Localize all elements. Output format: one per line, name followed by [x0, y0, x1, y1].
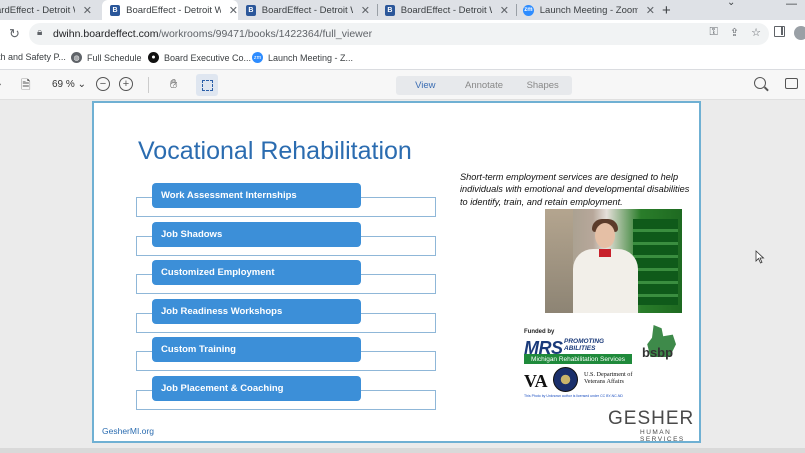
- zoom-level[interactable]: 69 % ⌄: [52, 79, 86, 90]
- photo-shirt: [573, 249, 638, 313]
- bookmark-label: Launch Meeting - Z...: [268, 52, 354, 63]
- browser-tab[interactable]: ardEffect - Detroit Wa ✕: [0, 0, 92, 20]
- va-department: U.S. Department of Veterans Affairs: [584, 371, 633, 386]
- hand-tool-icon[interactable]: ✋︎: [170, 76, 177, 92]
- boardeffect-icon: B: [246, 4, 256, 16]
- zoom-value: 69 %: [52, 79, 75, 90]
- share-icon[interactable]: ⇪: [730, 26, 739, 39]
- gesher-subtitle: HUMAN SERVICES: [640, 429, 685, 443]
- boardeffect-icon: B: [385, 4, 395, 16]
- bookmark-label: Board Executive Co...: [164, 52, 252, 63]
- close-icon[interactable]: ✕: [646, 4, 655, 17]
- url-text[interactable]: dwihn.boardeffect.com/workrooms/99471/bo…: [53, 28, 372, 40]
- new-tab-icon[interactable]: +: [662, 0, 671, 20]
- boardeffect-icon: B: [110, 4, 121, 16]
- tab-annotate[interactable]: Annotate: [455, 76, 514, 95]
- slide-title: Vocational Rehabilitation: [138, 137, 412, 165]
- bsbp-logo: bsbp: [639, 325, 681, 367]
- lock-icon[interactable]: 🔒︎: [37, 27, 42, 38]
- mrs-tagline: PROMOTING ABILITIES: [564, 338, 605, 352]
- selection-icon: [201, 79, 213, 91]
- bsbp-wordmark: bsbp: [642, 345, 674, 360]
- bookmark-item[interactable]: ◍ Full Schedule: [71, 52, 142, 63]
- photo-credit[interactable]: This Photo by Unknown author is licensed…: [524, 394, 623, 398]
- bookmark-item[interactable]: zm Launch Meeting - Z...: [252, 52, 353, 63]
- bookmarks-bar: th and Safety P... ◍ Full Schedule ● Board…: [0, 48, 805, 70]
- bookmark-label: Full Schedule: [87, 52, 142, 63]
- item-label: Custom Training: [152, 337, 361, 362]
- tab-label: BoardEffect - Detroit Wa: [126, 4, 221, 16]
- va-seal-icon: [553, 367, 578, 392]
- select-tool-button[interactable]: [196, 74, 218, 96]
- tab-label: Launch Meeting - Zoom: [539, 4, 638, 16]
- comment-icon[interactable]: [785, 78, 798, 89]
- url-host: dwihn.boardeffect.com: [53, 28, 159, 40]
- slide-page: Vocational Rehabilitation Work Assessmen…: [92, 101, 701, 443]
- bookmark-label: th and Safety P...: [0, 52, 66, 62]
- side-panel-icon[interactable]: [774, 26, 785, 37]
- toolbar-separator: [148, 77, 149, 93]
- slide-description: Short-term employment services are desig…: [460, 172, 690, 207]
- tab-strip: ardEffect - Detroit Wa ✕ B BoardEffect -…: [0, 0, 805, 20]
- funded-by-label: Funded by: [524, 329, 555, 335]
- tab-label: BoardEffect - Detroit Wa: [261, 4, 353, 16]
- item-label: Job Shadows: [152, 222, 361, 247]
- tab-label: BoardEffect - Detroit Wa: [400, 4, 492, 16]
- close-icon[interactable]: ✕: [500, 4, 509, 17]
- gesher-logo: GESHER: [608, 408, 695, 429]
- dark-circle-icon: ●: [148, 52, 159, 63]
- avatar[interactable]: [794, 26, 805, 40]
- zoom-out-button[interactable]: −: [96, 77, 110, 91]
- zoom-in-button[interactable]: +: [119, 77, 133, 91]
- tab-separator: [516, 4, 517, 16]
- zoom-icon: zm: [523, 4, 534, 16]
- url-path: /workrooms/99471/books/1422364/full_view…: [158, 28, 373, 40]
- address-bar: ↻ 🔒︎ dwihn.boardeffect.com/workrooms/994…: [0, 20, 805, 48]
- mrs-logo: MRS PROMOTING ABILITIES Michigan Rehabil…: [524, 338, 632, 364]
- zoom-icon: zm: [252, 52, 263, 63]
- star-icon[interactable]: ☆: [751, 26, 761, 39]
- close-icon[interactable]: ✕: [229, 4, 238, 17]
- bookmark-item[interactable]: ● Board Executive Co...: [148, 52, 251, 63]
- photo-collar: [599, 249, 611, 257]
- tab-shapes[interactable]: Shapes: [513, 76, 572, 95]
- mode-switcher: View Annotate Shapes: [396, 76, 572, 95]
- document-icon[interactable]: 🗎︎: [21, 76, 31, 97]
- va-logo: VA: [524, 371, 548, 391]
- minimize-icon[interactable]: —: [786, 0, 797, 10]
- browser-tab[interactable]: B BoardEffect - Detroit Wa ✕: [385, 0, 509, 20]
- item-label: Job Placement & Coaching: [152, 376, 361, 401]
- item-label: Work Assessment Internships: [152, 183, 361, 208]
- tab-view[interactable]: View: [396, 76, 455, 95]
- search-icon[interactable]: [754, 77, 766, 89]
- reload-icon[interactable]: ↻: [9, 26, 20, 42]
- photo-rack: [545, 209, 573, 313]
- browser-tab[interactable]: zm Launch Meeting - Zoom ✕: [523, 0, 655, 20]
- tab-separator: [377, 4, 378, 16]
- item-label: Customized Employment: [152, 260, 361, 285]
- employee-photo: [545, 209, 682, 313]
- viewer-toolbar: › 🗎︎ 69 % ⌄ − + ✋︎ View Annotate Shapes: [0, 70, 805, 100]
- browser-tab[interactable]: B BoardEffect - Detroit Wa ✕: [246, 0, 370, 20]
- chevron-left-icon[interactable]: ›: [0, 76, 1, 91]
- horizontal-scrollbar[interactable]: [0, 448, 805, 453]
- tab-label: ardEffect - Detroit Wa: [0, 4, 75, 16]
- close-icon[interactable]: ✕: [361, 4, 370, 17]
- omnibox[interactable]: 🔒︎ dwihn.boardeffect.com/workrooms/99471…: [29, 23, 769, 45]
- chevron-down-icon[interactable]: ⌄: [727, 0, 735, 8]
- close-icon[interactable]: ✕: [83, 4, 92, 17]
- key-icon[interactable]: ⚿: [710, 26, 718, 39]
- bookmark-item[interactable]: th and Safety P...: [0, 52, 66, 62]
- site-link: GesherMI.org: [102, 426, 154, 436]
- globe-icon: ◍: [71, 52, 82, 63]
- photo-shelf: [633, 219, 678, 305]
- omnibox-actions: ⚿ ⇪ ☆: [710, 26, 761, 39]
- mrs-bar: Michigan Rehabilitation Services: [524, 354, 632, 364]
- browser-tab-active[interactable]: B BoardEffect - Detroit Wa ✕: [102, 0, 238, 20]
- photo-face: [595, 223, 615, 248]
- item-label: Job Readiness Workshops: [152, 299, 361, 324]
